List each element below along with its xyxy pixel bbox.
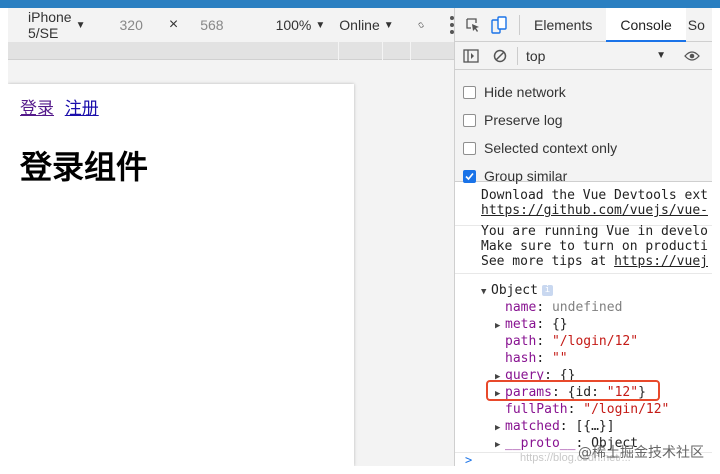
context-label: top [526,47,546,64]
console-message: Download the Vue Devtools ext https://gi… [455,188,712,226]
option-selected-context-only[interactable]: Selected context only [463,138,617,158]
caret-down-icon: ▼ [656,50,666,61]
devtools-pane: Elements Console So top ▼ Hide network P… [454,8,712,466]
devtools-tabbar: Elements Console So [455,8,712,42]
tab-console[interactable]: Console [606,8,686,42]
caret-down-icon: ▼ [75,19,86,31]
nav-links: 登录 注册 [20,94,105,119]
device-toolbar: iPhone 5/SE ▼ 320 × 568 100% ▼ Online ▼ [8,8,454,42]
tab-elements[interactable]: Elements [520,8,606,42]
page-heading: 登录组件 [20,149,149,185]
tree-row: name: undefined [505,300,623,315]
tree-root[interactable]: ▼ Object i [481,282,553,299]
console-toolbar: top ▼ [455,42,712,70]
tree-row: fullPath: "/login/12" [505,402,670,417]
media-query-ruler [8,42,454,60]
checkbox-checked[interactable] [463,169,476,183]
register-link[interactable]: 注册 [65,99,99,118]
caret-down-icon: ▼ [383,19,394,31]
frame-top-border [0,0,720,8]
eye-icon[interactable] [684,50,700,62]
console-message: You are running Vue in develo Make sure … [455,224,712,274]
checkmark-icon [465,172,474,180]
device-viewport: 登录 注册 登录组件 [8,84,354,466]
zoom-select[interactable]: 100% ▼ [276,17,326,33]
caret-down-icon: ▼ [315,19,326,31]
times-icon: × [168,16,179,33]
network-throttle-select[interactable]: Online ▼ [339,17,393,33]
console-settings: Hide network Preserve log Selected conte… [455,70,712,184]
height-input[interactable]: 568 [200,17,223,33]
tree-row[interactable]: ▶ matched: [{…}] [495,418,615,435]
option-label: Selected context only [484,140,618,156]
checkbox[interactable] [463,141,476,155]
devtools-link[interactable]: https://github.com/vuejs/vue- [481,203,708,218]
tree-row[interactable]: ▶ meta: {} [495,316,568,333]
info-icon: i [541,285,553,296]
inspect-element-icon[interactable] [465,17,481,33]
device-select-label: iPhone 5/SE [28,9,72,41]
width-input[interactable]: 320 [120,17,143,33]
rotate-icon[interactable] [418,16,424,34]
zoom-label: 100% [275,17,312,33]
device-select[interactable]: iPhone 5/SE ▼ [28,9,86,41]
login-link[interactable]: 登录 [20,99,54,118]
triangle-right-icon: ▶ [495,321,501,331]
vue-tips-link[interactable]: https://vuej [614,254,708,269]
clear-console-icon[interactable] [493,49,507,63]
device-toggle-icon[interactable] [491,15,507,34]
console-output: Download the Vue Devtools ext https://gi… [455,182,712,466]
option-label: Preserve log [484,112,563,128]
sidebar-toggle-icon[interactable] [463,48,479,63]
triangle-down-icon: ▼ [481,287,487,297]
checkbox[interactable] [463,113,476,127]
checkbox[interactable] [463,85,476,99]
toolbar-divider [517,46,518,65]
params-highlight-box [486,380,660,401]
context-select[interactable]: top ▼ [526,48,666,64]
option-label: Hide network [484,84,566,100]
device-emulation-pane: iPhone 5/SE ▼ 320 × 568 100% ▼ Online ▼ … [8,8,454,466]
network-label: Online [339,17,380,33]
tree-row: path: "/login/12" [505,334,639,349]
option-preserve-log[interactable]: Preserve log [463,110,563,130]
tree-row: hash: "" [505,351,568,366]
option-hide-network[interactable]: Hide network [463,82,566,102]
tab-sources[interactable]: So [686,8,705,42]
watermark: @稀土掘金技术社区 [578,445,704,461]
